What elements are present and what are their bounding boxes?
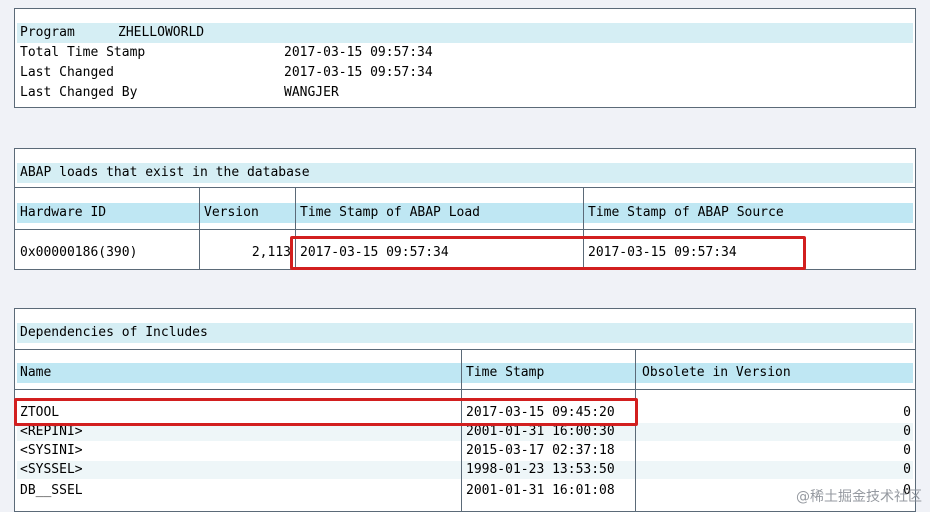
program-name[interactable]: ZHELLOWORLD — [115, 23, 315, 43]
obsolete-version-cell: 0 — [903, 443, 911, 458]
column-header-version[interactable]: Version — [201, 203, 295, 223]
program-row: Program ZHELLOWORLD — [17, 23, 913, 43]
include-name-cell: DB__SSEL — [20, 483, 83, 498]
table-row[interactable]: <SYSSEL> 1998-01-23 13:53:50 0 — [17, 461, 913, 479]
dependencies-title-row: Dependencies of Includes — [17, 323, 913, 343]
obsolete-version-cell: 0 — [903, 405, 911, 420]
abap-loads-panel: ABAP loads that exist in the database Ha… — [14, 148, 916, 270]
obsolete-version-cell: 0 — [903, 424, 911, 439]
include-name-cell: <SYSINI> — [20, 443, 83, 458]
last-changed-by-value: WANGJER — [284, 85, 339, 100]
dependencies-panel: Dependencies of Includes Name Time Stamp… — [14, 308, 916, 512]
source-timestamp-cell: 2017-03-15 09:57:34 — [588, 245, 737, 260]
load-timestamp-cell: 2017-03-15 09:57:34 — [300, 245, 449, 260]
table-row[interactable]: DB__SSEL 2001-01-31 16:01:08 0 — [17, 481, 913, 501]
obsolete-version-cell: 0 — [903, 462, 911, 477]
dependencies-title: Dependencies of Includes — [20, 325, 208, 340]
include-name-cell: ZTOOL — [20, 405, 60, 420]
table-row[interactable]: <SYSINI> 2015-03-17 02:37:18 0 — [17, 442, 913, 460]
table-row[interactable]: <REPINI> 2001-01-31 16:00:30 0 — [17, 423, 913, 441]
version-cell: 2,113 — [251, 245, 291, 260]
include-timestamp-cell: 2017-03-15 09:45:20 — [466, 405, 615, 420]
include-timestamp-cell: 1998-01-23 13:53:50 — [466, 462, 615, 477]
last-changed-by-label: Last Changed By — [20, 85, 138, 100]
program-info-panel: Program ZHELLOWORLD Total Time Stamp 201… — [14, 8, 916, 108]
column-header-hardware-id[interactable]: Hardware ID — [17, 203, 199, 223]
last-changed-row: Last Changed 2017-03-15 09:57:34 — [17, 63, 913, 83]
last-changed-by-row: Last Changed By WANGJER — [17, 83, 913, 103]
dependencies-header-row: Name Time Stamp Obsolete in Version — [17, 363, 913, 383]
last-changed-value: 2017-03-15 09:57:34 — [284, 65, 433, 80]
last-changed-label: Last Changed — [20, 65, 114, 80]
column-header-name[interactable]: Name — [17, 363, 459, 383]
column-header-source-timestamp[interactable]: Time Stamp of ABAP Source — [585, 203, 915, 223]
program-label: Program — [20, 25, 75, 40]
include-timestamp-cell: 2001-01-31 16:01:08 — [466, 483, 615, 498]
include-timestamp-cell: 2001-01-31 16:00:30 — [466, 424, 615, 439]
column-header-obsolete[interactable]: Obsolete in Version — [639, 363, 915, 383]
table-row[interactable]: ZTOOL 2017-03-15 09:45:20 0 — [17, 403, 913, 423]
total-time-stamp-label: Total Time Stamp — [20, 45, 146, 60]
include-timestamp-cell: 2015-03-17 02:37:18 — [466, 443, 615, 458]
include-name-cell: <REPINI> — [20, 424, 83, 439]
column-header-load-timestamp[interactable]: Time Stamp of ABAP Load — [297, 203, 583, 223]
watermark-text: @稀土掘金技术社区 — [796, 489, 922, 505]
column-header-time-stamp[interactable]: Time Stamp — [463, 363, 635, 383]
abap-loads-title-row: ABAP loads that exist in the database — [17, 163, 913, 183]
abap-load-row[interactable]: 0x00000186(390) 2,113 2017-03-15 09:57:3… — [17, 243, 913, 263]
include-name-cell: <SYSSEL> — [20, 462, 83, 477]
total-time-stamp-row: Total Time Stamp 2017-03-15 09:57:34 — [17, 43, 913, 63]
abap-loads-title: ABAP loads that exist in the database — [20, 165, 310, 180]
total-time-stamp-value: 2017-03-15 09:57:34 — [284, 45, 433, 60]
abap-loads-header-row: Hardware ID Version Time Stamp of ABAP L… — [17, 203, 913, 223]
hardware-id-cell: 0x00000186(390) — [20, 245, 138, 260]
